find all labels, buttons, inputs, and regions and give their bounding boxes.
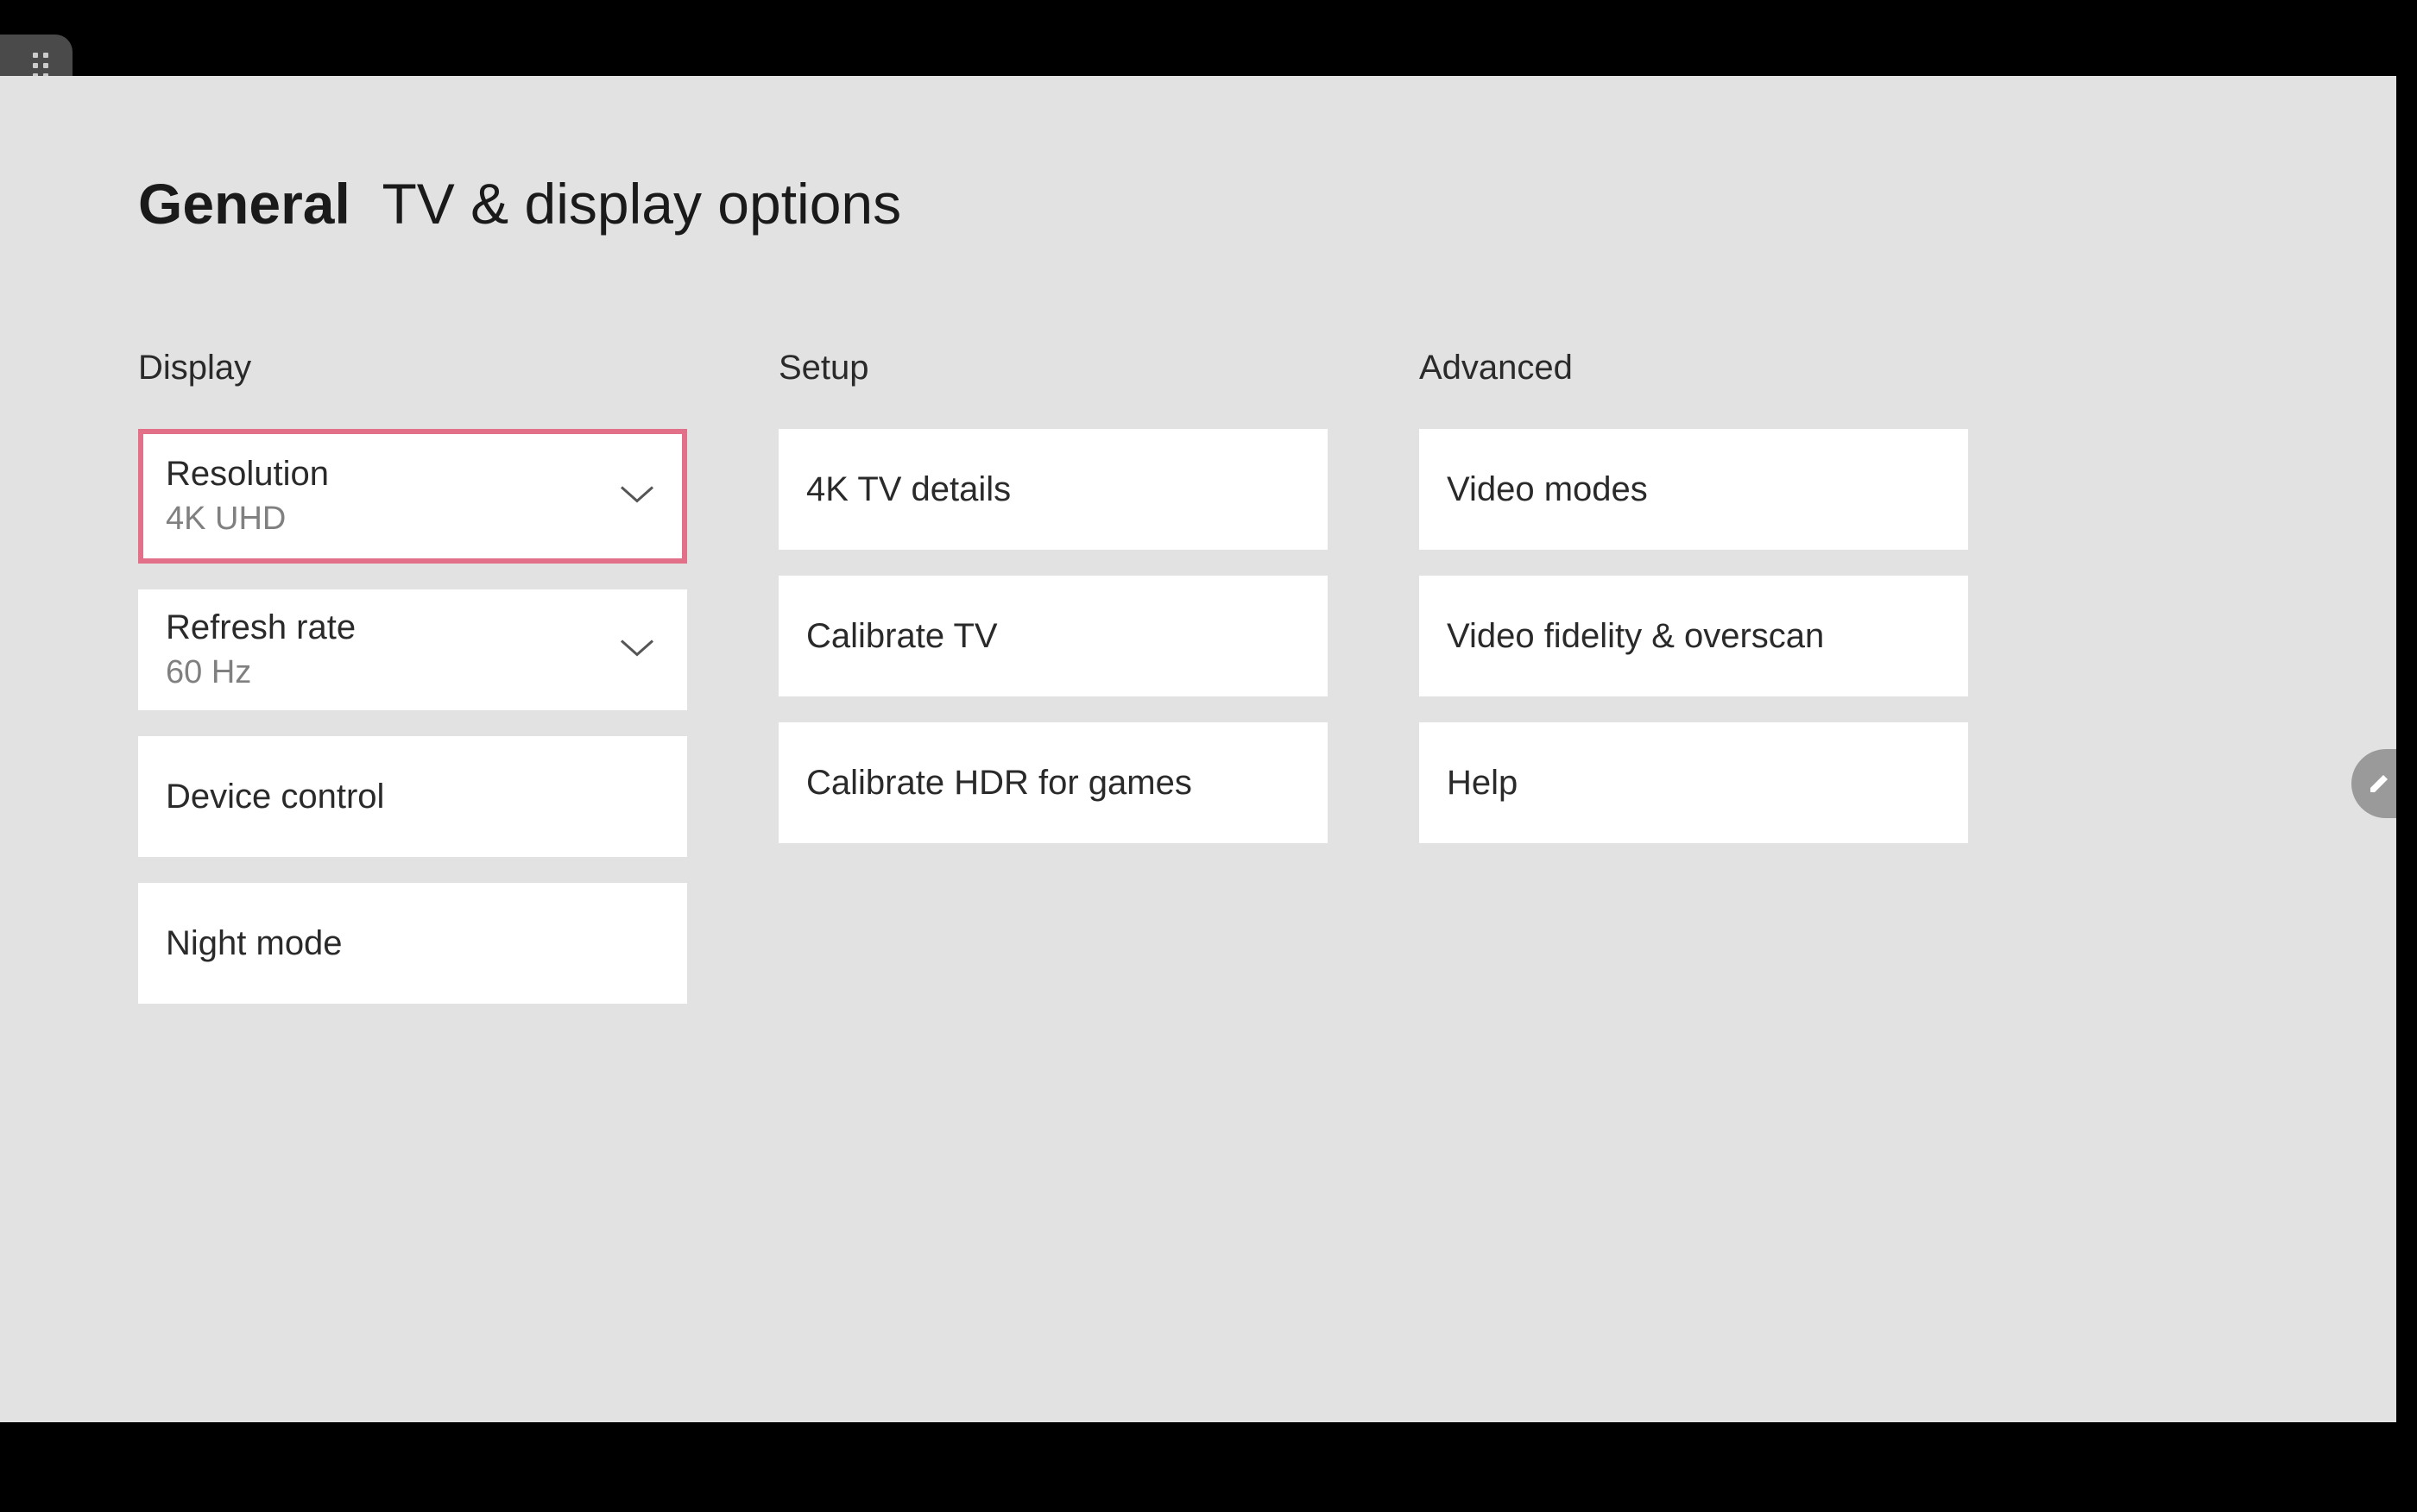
4k-tv-details-label: 4K TV details: [806, 470, 1011, 509]
content-area: General TV & display options Display Res…: [0, 76, 2396, 1422]
top-bar: [0, 0, 2417, 76]
advanced-column: Advanced Video modes Video fidelity & ov…: [1419, 349, 1968, 1030]
chevron-down-icon: [618, 482, 656, 511]
page-title: General TV & display options: [138, 171, 2396, 236]
help-label: Help: [1447, 764, 1518, 803]
device-control-label: Device control: [166, 778, 384, 816]
resolution-label: Resolution: [166, 455, 329, 494]
video-fidelity-button[interactable]: Video fidelity & overscan: [1419, 576, 1968, 696]
pencil-icon: [2365, 770, 2393, 797]
breadcrumb-title: TV & display options: [382, 172, 901, 236]
advanced-column-header: Advanced: [1419, 349, 1968, 387]
calibrate-tv-label: Calibrate TV: [806, 617, 998, 656]
resolution-dropdown[interactable]: Resolution 4K UHD: [138, 429, 687, 564]
page-header: General TV & display options: [0, 76, 2396, 236]
resolution-value: 4K UHD: [166, 501, 286, 538]
setup-column-header: Setup: [779, 349, 1328, 387]
video-modes-label: Video modes: [1447, 470, 1648, 509]
4k-tv-details-button[interactable]: 4K TV details: [779, 429, 1328, 550]
night-mode-button[interactable]: Night mode: [138, 883, 687, 1004]
settings-columns: Display Resolution 4K UHD Refresh rate 6…: [0, 236, 2396, 1030]
refresh-rate-dropdown[interactable]: Refresh rate 60 Hz: [138, 589, 687, 710]
display-column: Display Resolution 4K UHD Refresh rate 6…: [138, 349, 687, 1030]
calibrate-tv-button[interactable]: Calibrate TV: [779, 576, 1328, 696]
refresh-rate-label: Refresh rate: [166, 608, 356, 647]
device-control-button[interactable]: Device control: [138, 736, 687, 857]
calibrate-hdr-button[interactable]: Calibrate HDR for games: [779, 722, 1328, 843]
chevron-down-icon: [618, 636, 656, 665]
calibrate-hdr-label: Calibrate HDR for games: [806, 764, 1192, 803]
video-modes-button[interactable]: Video modes: [1419, 429, 1968, 550]
setup-column: Setup 4K TV details Calibrate TV Calibra…: [779, 349, 1328, 1030]
help-button[interactable]: Help: [1419, 722, 1968, 843]
breadcrumb-category: General: [138, 172, 350, 236]
apps-grid-icon: [33, 53, 48, 79]
refresh-rate-value: 60 Hz: [166, 654, 251, 691]
night-mode-label: Night mode: [166, 924, 343, 963]
video-fidelity-label: Video fidelity & overscan: [1447, 617, 1824, 656]
display-column-header: Display: [138, 349, 687, 387]
bottom-bar: [0, 1422, 2417, 1512]
